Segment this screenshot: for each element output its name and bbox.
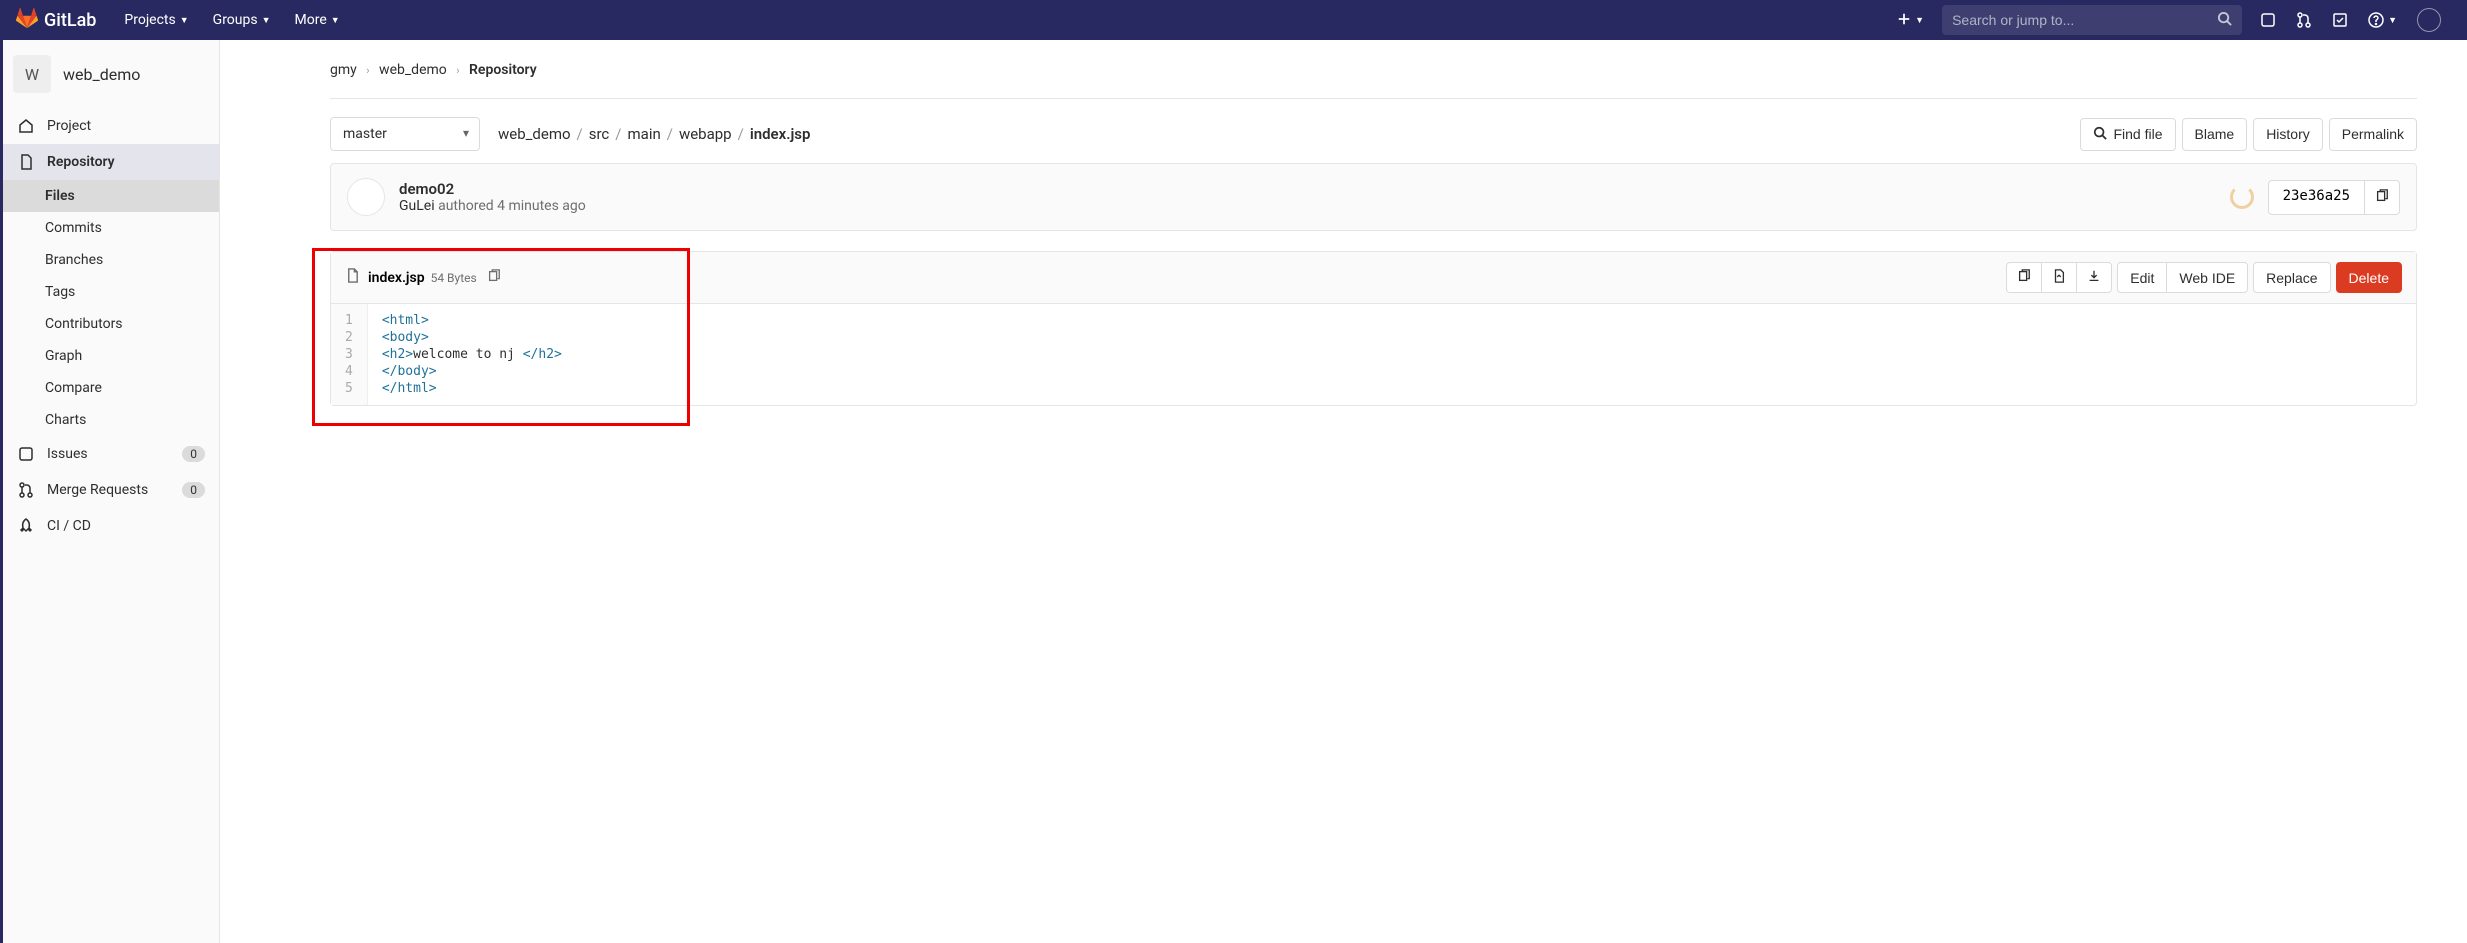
code-area: 12345 <html> <body> <h2>welcome to nj </… <box>331 304 2416 405</box>
commit-meta: GuLei authored 4 minutes ago <box>399 198 2230 214</box>
commit-sha[interactable]: 23e36a25 <box>2268 180 2365 215</box>
home-icon <box>17 118 35 134</box>
commit-title[interactable]: demo02 <box>399 180 2230 198</box>
path-seg[interactable]: web_demo <box>498 125 571 143</box>
brand-logo[interactable]: GitLab <box>16 7 96 33</box>
sidebar-sub-charts[interactable]: Charts <box>3 404 219 436</box>
mr-count-badge: 0 <box>182 482 205 498</box>
sidebar-sub-graph[interactable]: Graph <box>3 340 219 372</box>
download-button[interactable] <box>2076 262 2112 293</box>
copy-source-button[interactable] <box>2006 262 2042 293</box>
sidebar-sub-compare[interactable]: Compare <box>3 372 219 404</box>
breadcrumb: gmy › web_demo › Repository <box>330 60 2417 99</box>
copy-icon <box>2375 188 2389 207</box>
sidebar-sub-branches[interactable]: Branches <box>3 244 219 276</box>
copy-icon <box>2017 269 2031 286</box>
code-icon <box>2052 269 2066 286</box>
path-file: index.jsp <box>750 125 811 143</box>
code-lines[interactable]: <html> <body> <h2>welcome to nj </h2> </… <box>368 304 576 405</box>
top-navbar: GitLab Projects▼ Groups▼ More▼ ▼ ▼ <box>0 0 2467 40</box>
sidebar-item-issues[interactable]: Issues 0 <box>3 436 219 472</box>
main-content: gmy › web_demo › Repository master web_d… <box>220 40 2467 943</box>
file-icon <box>345 268 360 287</box>
edit-button[interactable]: Edit <box>2117 262 2167 293</box>
search-box[interactable] <box>1942 5 2242 35</box>
delete-button[interactable]: Delete <box>2336 262 2402 293</box>
history-button[interactable]: History <box>2253 118 2323 151</box>
sidebar-project-header[interactable]: W web_demo <box>3 40 219 108</box>
issues-icon[interactable] <box>2250 0 2286 40</box>
file-size: 54 Bytes <box>431 271 477 285</box>
nav-more[interactable]: More▼ <box>283 0 352 40</box>
chevron-down-icon: ▼ <box>2388 15 2397 26</box>
line-gutter: 12345 <box>331 304 368 405</box>
plus-icon <box>1897 11 1911 30</box>
chevron-down-icon: ▼ <box>331 15 340 26</box>
commit-author-avatar <box>347 178 385 216</box>
new-dropdown[interactable]: ▼ <box>1887 0 1934 40</box>
find-file-button[interactable]: Find file <box>2080 118 2175 151</box>
doc-icon <box>17 154 35 170</box>
webide-button[interactable]: Web IDE <box>2166 262 2248 293</box>
brand-text: GitLab <box>44 10 96 31</box>
chevron-down-icon: ▼ <box>180 15 189 26</box>
path-seg[interactable]: main <box>628 125 661 143</box>
sidebar-sub-tags[interactable]: Tags <box>3 276 219 308</box>
path-seg[interactable]: src <box>589 125 610 143</box>
sidebar-sub-contributors[interactable]: Contributors <box>3 308 219 340</box>
chevron-down-icon: ▼ <box>262 15 271 26</box>
project-avatar: W <box>13 55 51 93</box>
file-nav-bar: master web_demo/src/main/webapp/index.js… <box>330 117 2417 151</box>
issues-icon <box>17 446 35 462</box>
nav-groups[interactable]: Groups▼ <box>201 0 283 40</box>
chevron-down-icon: ▼ <box>1915 15 1924 26</box>
issues-count-badge: 0 <box>182 446 205 462</box>
copy-path-button[interactable] <box>487 268 501 287</box>
project-name: web_demo <box>63 65 140 84</box>
sidebar-item-cicd[interactable]: CI / CD <box>3 508 219 544</box>
path-seg[interactable]: webapp <box>679 125 732 143</box>
breadcrumb-group[interactable]: gmy <box>330 62 357 78</box>
merge-requests-icon[interactable] <box>2286 0 2322 40</box>
breadcrumb-project[interactable]: web_demo <box>379 62 447 78</box>
file-header: index.jsp 54 Bytes Edit Web IDE Replace … <box>331 252 2416 304</box>
sidebar-sub-files[interactable]: Files <box>3 180 219 212</box>
replace-button[interactable]: Replace <box>2253 262 2330 293</box>
todos-icon[interactable] <box>2322 0 2358 40</box>
file-viewer: index.jsp 54 Bytes Edit Web IDE Replace … <box>330 251 2417 406</box>
file-path: web_demo/src/main/webapp/index.jsp <box>498 125 810 143</box>
permalink-button[interactable]: Permalink <box>2329 118 2417 151</box>
help-dropdown[interactable]: ▼ <box>2358 0 2407 40</box>
gitlab-icon <box>16 7 44 33</box>
sidebar-sub-commits[interactable]: Commits <box>3 212 219 244</box>
raw-button[interactable] <box>2041 262 2077 293</box>
blame-button[interactable]: Blame <box>2182 118 2248 151</box>
nav-menu: Projects▼ Groups▼ More▼ <box>112 0 351 40</box>
sidebar-item-project[interactable]: Project <box>3 108 219 144</box>
last-commit-box: demo02 GuLei authored 4 minutes ago 23e3… <box>330 163 2417 231</box>
breadcrumb-page: Repository <box>469 62 537 78</box>
branch-select[interactable]: master <box>330 117 480 151</box>
pipeline-status-spinner[interactable] <box>2230 185 2254 209</box>
nav-projects[interactable]: Projects▼ <box>112 0 200 40</box>
file-name: index.jsp <box>368 270 425 286</box>
search-icon <box>2217 11 2232 30</box>
sidebar-item-merge-requests[interactable]: Merge Requests 0 <box>3 472 219 508</box>
merge-icon <box>17 482 35 498</box>
sidebar: W web_demo Project Repository Files Comm… <box>0 40 220 943</box>
download-icon <box>2087 269 2101 286</box>
user-avatar[interactable] <box>2407 0 2451 40</box>
search-input[interactable] <box>1952 12 2217 28</box>
search-icon <box>2093 126 2107 143</box>
sidebar-item-repository[interactable]: Repository <box>3 144 219 180</box>
copy-sha-button[interactable] <box>2365 180 2400 215</box>
rocket-icon <box>17 518 35 534</box>
